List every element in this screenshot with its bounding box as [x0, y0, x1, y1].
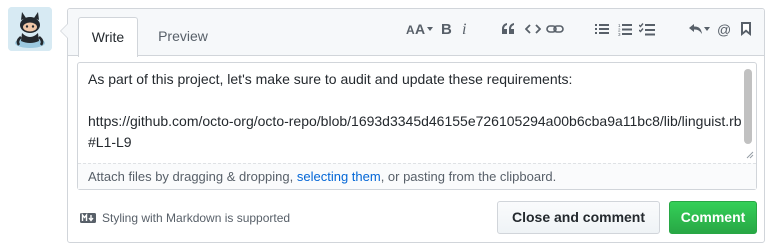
comment-button[interactable]: Comment — [669, 201, 757, 234]
close-and-comment-button[interactable]: Close and comment — [497, 201, 660, 234]
comment-form: Write Preview A A B i 1 2 3 @ As part of… — [60, 8, 765, 243]
comment-line-3: https://github.com/octo-org/octo-repo/bl… — [88, 113, 742, 150]
comment-textarea[interactable]: As part of this project, let's make sure… — [78, 63, 756, 163]
mention-icon[interactable]: @ — [716, 19, 732, 39]
comment-form-header: Write Preview A A B i 1 2 3 @ — [68, 9, 764, 57]
italic-icon[interactable]: i — [460, 19, 470, 39]
task-list-icon[interactable] — [638, 19, 656, 39]
tab-preview[interactable]: Preview — [145, 17, 221, 57]
ordered-list-icon[interactable]: 1 2 3 — [617, 19, 633, 39]
bold-icon[interactable]: B — [440, 19, 454, 39]
comment-line-1: As part of this project, let's make sure… — [88, 71, 573, 87]
resize-handle-icon[interactable] — [744, 149, 754, 159]
svg-text:B: B — [441, 22, 452, 36]
text-size-icon[interactable]: A A — [406, 19, 436, 39]
markdown-note-text: Styling with Markdown is supported — [102, 211, 291, 225]
octocat-avatar-icon — [8, 7, 52, 51]
markdown-note[interactable]: Styling with Markdown is supported — [80, 211, 290, 225]
quote-icon[interactable] — [500, 19, 516, 39]
unordered-list-icon[interactable] — [594, 19, 610, 39]
code-icon[interactable] — [524, 19, 542, 39]
comment-form-footer: Styling with Markdown is supported Close… — [77, 201, 757, 235]
attach-text-suffix: , or pasting from the clipboard. — [380, 169, 557, 184]
svg-text:A: A — [415, 22, 425, 36]
link-icon[interactable] — [546, 19, 564, 39]
bookmark-icon[interactable] — [740, 19, 752, 39]
svg-text:i: i — [462, 22, 466, 36]
svg-text:3: 3 — [618, 32, 621, 36]
select-files-link[interactable]: selecting them — [297, 169, 381, 184]
comment-textarea-wrapper: As part of this project, let's make sure… — [77, 62, 757, 190]
reply-icon[interactable] — [688, 19, 712, 39]
avatar[interactable] — [8, 7, 52, 51]
attach-text-prefix: Attach files by dragging & dropping, — [88, 169, 297, 184]
tab-write[interactable]: Write — [78, 17, 138, 57]
svg-text:@: @ — [717, 22, 731, 37]
markdown-icon — [80, 213, 96, 223]
file-attach-bar[interactable]: Attach files by dragging & dropping, sel… — [78, 163, 756, 189]
svg-text:A: A — [406, 23, 415, 36]
textarea-scrollbar[interactable] — [744, 69, 752, 144]
